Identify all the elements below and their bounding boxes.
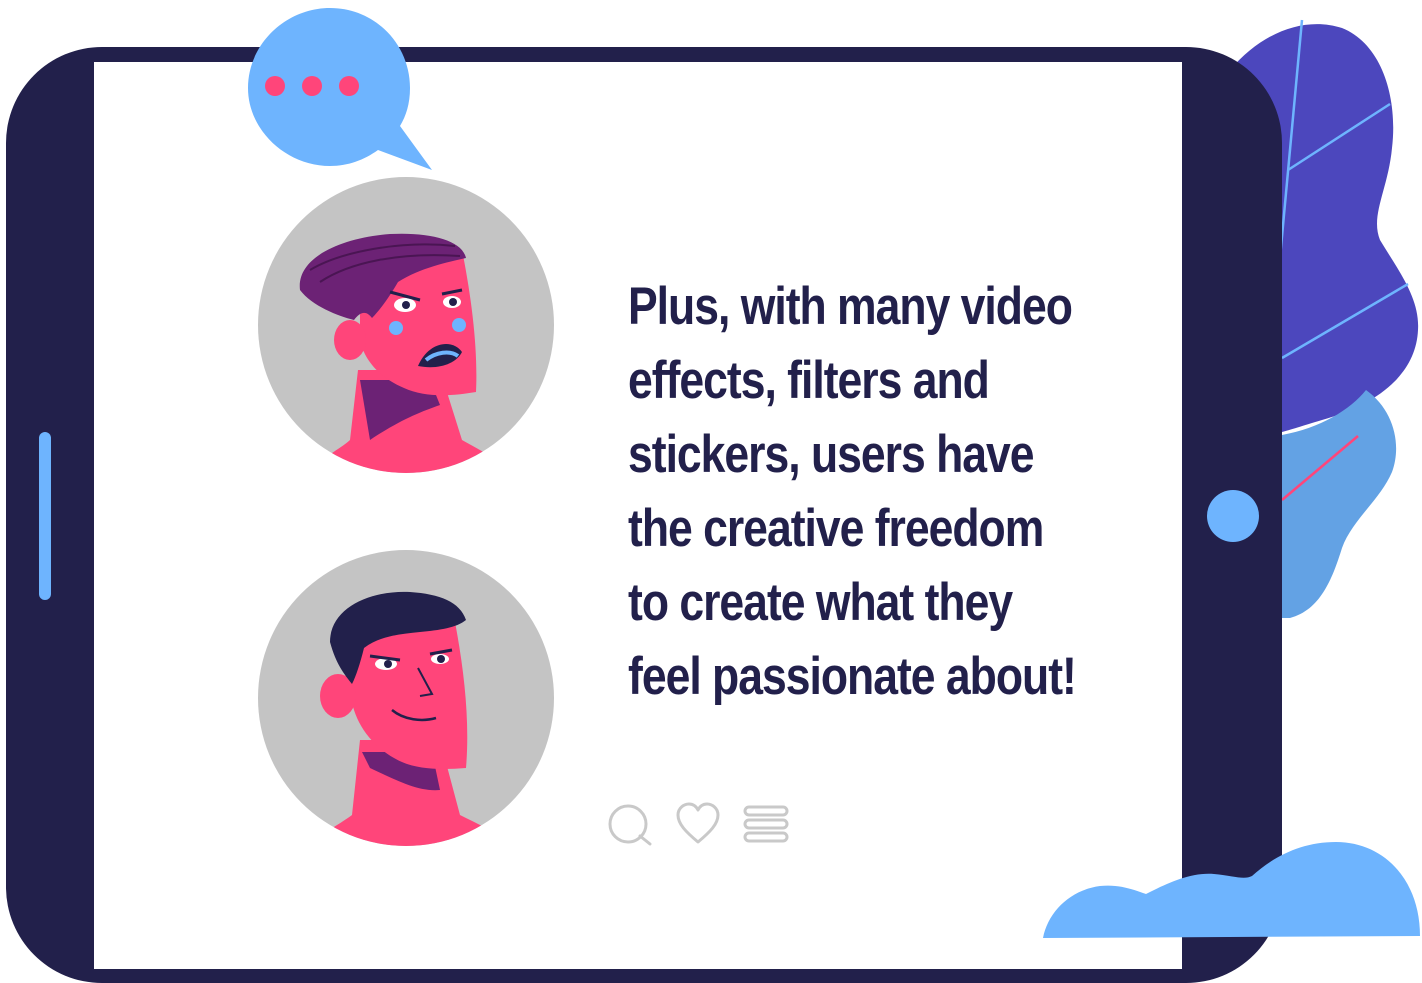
heart-icon[interactable] xyxy=(674,800,722,848)
illustration: Plus, with many video effects, filters a… xyxy=(0,0,1422,983)
comment-icon[interactable] xyxy=(606,800,656,848)
post-text: Plus, with many video effects, filters a… xyxy=(628,277,1077,706)
menu-icon[interactable] xyxy=(742,800,790,848)
